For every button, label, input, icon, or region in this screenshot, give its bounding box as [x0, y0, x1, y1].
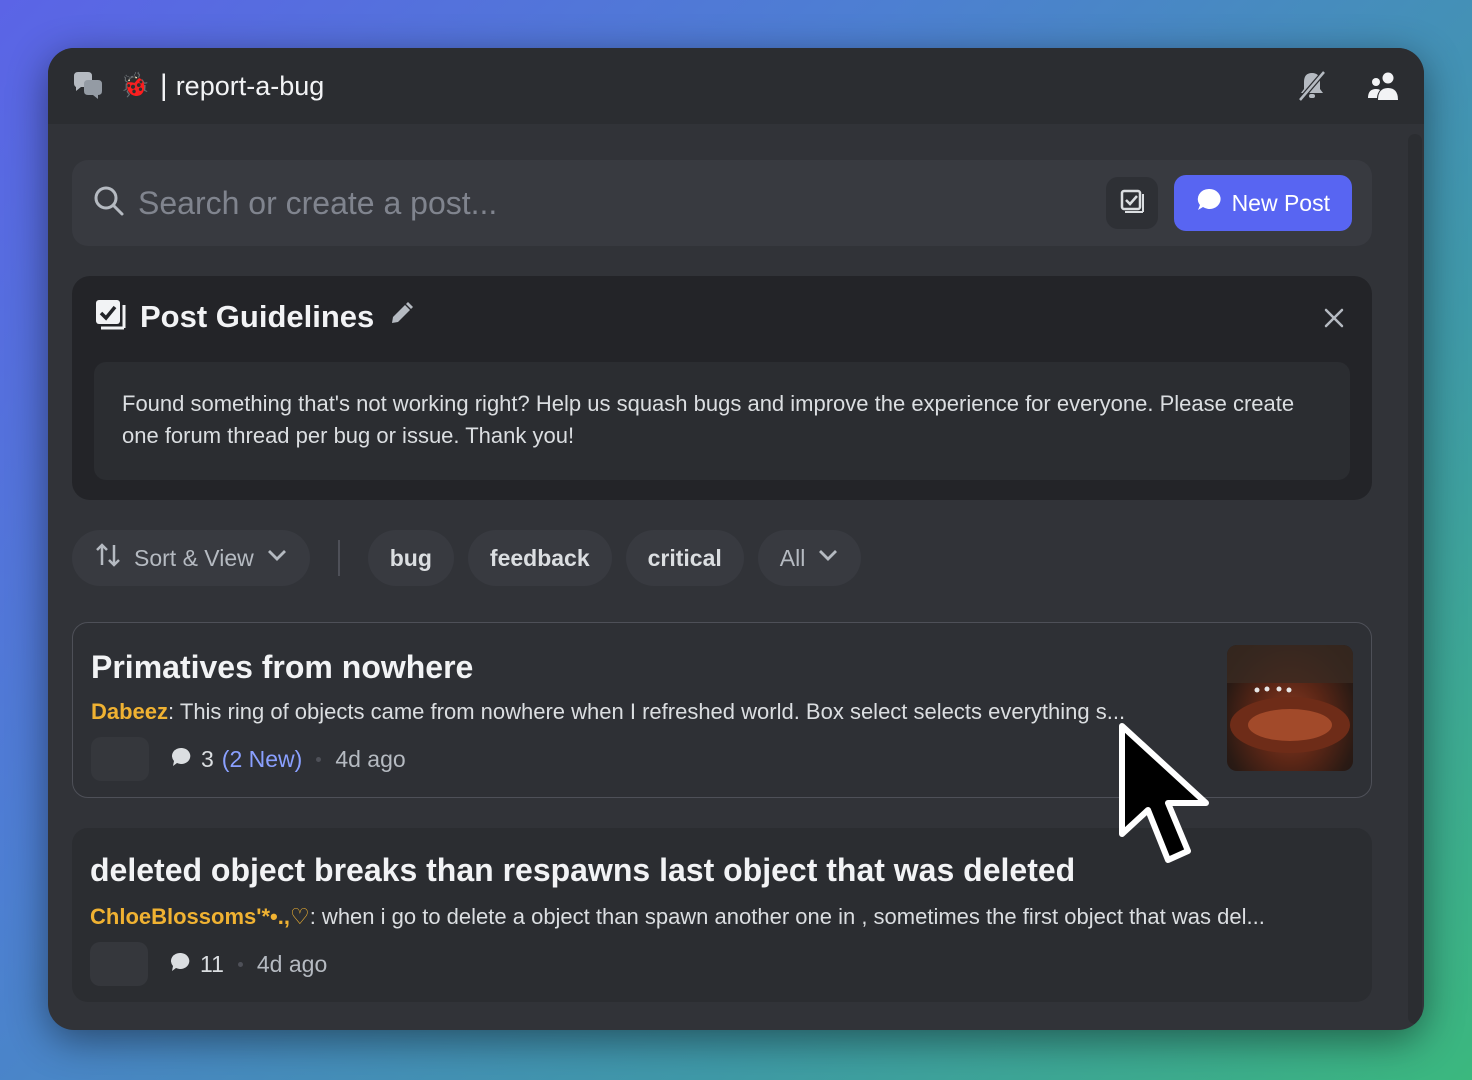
scrollbar[interactable] — [1408, 134, 1422, 1024]
post-time: 4d ago — [335, 745, 406, 772]
tag-bug[interactable]: bug — [367, 530, 454, 586]
all-tags-label: All — [779, 544, 806, 571]
forum-icon — [70, 69, 104, 103]
guidelines-title: Post Guidelines — [140, 298, 375, 334]
post-author: ChloeBlossoms'*•.,♡ — [90, 904, 310, 929]
meta-dot — [237, 961, 243, 967]
post-preview: ChloeBlossoms'*•.,♡: when i go to delete… — [90, 904, 1265, 930]
guidelines-icon — [94, 298, 126, 335]
checklist-icon — [1119, 188, 1145, 219]
sort-view-button[interactable]: Sort & View — [72, 530, 310, 586]
post-meta: 3 (2 New) 4d ago — [91, 737, 406, 781]
tag-critical[interactable]: critical — [625, 530, 744, 586]
bug-emoji: 🐞 — [120, 72, 150, 99]
mouse-cursor-icon — [1119, 723, 1209, 863]
sort-view-label: Sort & View — [134, 544, 254, 571]
forum-window: 🐞 | report-a-bug Search or create a post… — [48, 48, 1424, 1030]
post-preview: Dabeez: This ring of objects came from n… — [91, 699, 1125, 725]
post-meta: 11 4d ago — [90, 942, 327, 986]
post-time: 4d ago — [256, 950, 328, 977]
chevron-down-icon — [817, 544, 839, 572]
filter-divider — [337, 540, 340, 576]
meta-dot — [316, 756, 322, 762]
new-post-button[interactable]: New Post — [1173, 175, 1352, 231]
tag-feedback[interactable]: feedback — [467, 530, 612, 586]
avatar — [90, 942, 148, 986]
new-post-label: New Post — [1231, 189, 1330, 216]
chevron-down-icon — [266, 544, 288, 572]
search-input[interactable] — [138, 173, 1106, 233]
post-author: Dabeez — [91, 699, 169, 724]
avatar — [91, 737, 149, 781]
members-icon[interactable] — [1366, 68, 1402, 104]
edit-pencil-icon[interactable] — [388, 301, 414, 332]
bell-slash-icon[interactable] — [1294, 68, 1330, 104]
all-tags-dropdown[interactable]: All — [757, 530, 862, 586]
reply-count: 3 — [201, 745, 214, 772]
channel-header: 🐞 | report-a-bug — [48, 48, 1424, 124]
post-preview-text: : when i go to delete a object than spaw… — [309, 904, 1265, 929]
post-preview-text: : This ring of objects came from nowhere… — [168, 699, 1126, 724]
search-bar: New Post — [72, 160, 1372, 246]
new-replies: (2 New) — [221, 745, 303, 772]
post-title: Primatives from nowhere — [91, 649, 474, 685]
guidelines-body: Found something that's not working right… — [94, 362, 1350, 480]
close-guidelines-icon[interactable] — [1320, 304, 1348, 332]
reply-bubble-icon — [171, 746, 193, 773]
chat-bubble-icon — [1196, 187, 1222, 219]
post-title: deleted object breaks than respawns last… — [90, 852, 1076, 888]
guidelines-toggle-button[interactable] — [1105, 177, 1158, 229]
reply-count: 11 — [200, 950, 224, 977]
channel-name: report-a-bug — [175, 70, 325, 101]
search-icon — [92, 184, 126, 223]
post-guidelines-panel: Post Guidelines Found something that's n… — [72, 276, 1372, 500]
post-thumbnail[interactable] — [1227, 645, 1353, 771]
title-separator: | — [159, 69, 168, 102]
sort-arrows-icon — [94, 541, 122, 575]
filter-bar: Sort & View bug feedback critical All — [72, 530, 862, 586]
reply-bubble-icon — [170, 951, 192, 978]
